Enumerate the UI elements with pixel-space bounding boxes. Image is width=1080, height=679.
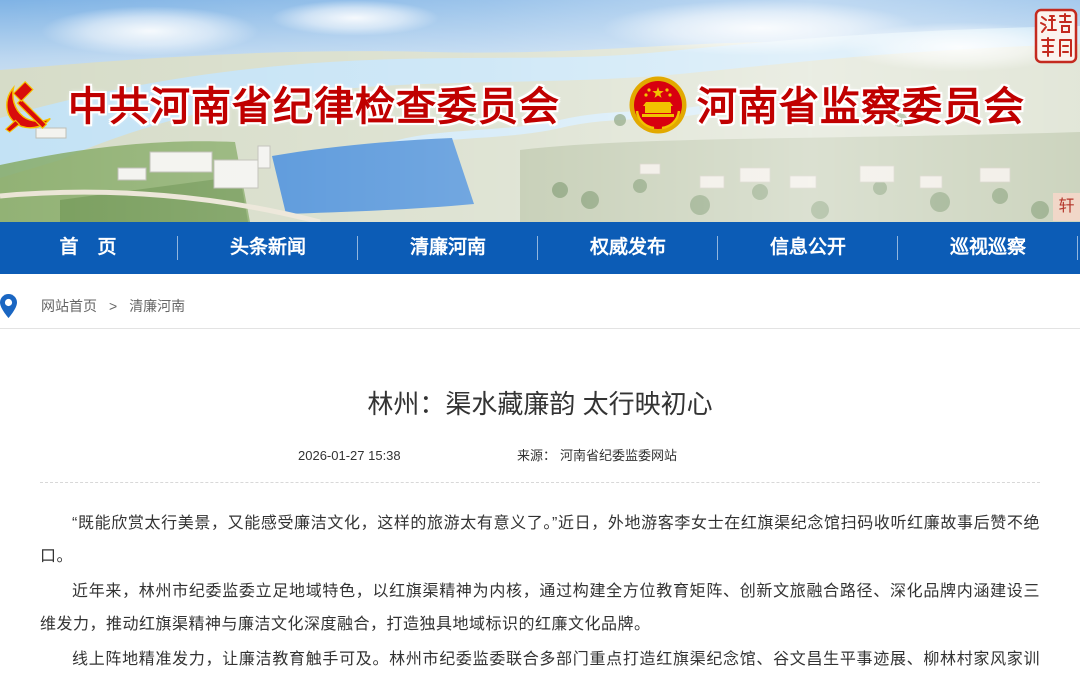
article-paragraph: 近年来，林州市纪委监委立足地域特色，以红旗渠精神为内核，通过构建全方位教育矩阵、…: [40, 583, 1040, 633]
nav-item-official-releases[interactable]: 权威发布: [538, 222, 718, 274]
article-title: 林州：渠水藏廉韵 太行映初心: [367, 389, 713, 419]
nav-item-home[interactable]: 首 页: [0, 222, 178, 274]
nav-item-information-disclosure[interactable]: 信息公开: [718, 222, 898, 274]
main-nav: 首 页 头条新闻 清廉河南 权威发布 信息公开 巡视巡察: [0, 222, 1080, 274]
party-commission-title: 中共河南省纪律检查委员会: [68, 84, 560, 129]
article-meta: 2026-01-27 15:38 来源： 河南省纪委监委网站: [40, 446, 1040, 466]
breadcrumb-home-link[interactable]: 网站首页: [41, 296, 97, 316]
location-pin-icon: [0, 294, 17, 318]
breadcrumb-separator: >: [109, 298, 118, 314]
article-body: “既能欣赏太行美景，又能感受廉洁文化，这样的旅游太有意义了。”近日，外地游客李女…: [40, 507, 1040, 679]
publish-date: 2026-01-27 15:38: [298, 448, 401, 463]
side-tab[interactable]: 轩: [1053, 193, 1080, 221]
supervision-commission-title: 河南省监察委员会: [697, 84, 1025, 129]
source-label: 来源：: [517, 448, 557, 463]
nav-item-inspections[interactable]: 巡视巡察: [898, 222, 1078, 274]
breadcrumb: 网站首页 > 清廉河南: [0, 274, 1080, 329]
national-emblem-icon: [629, 76, 687, 134]
meta-divider: [40, 482, 1040, 483]
source-value: 河南省纪委监委网站: [560, 448, 678, 463]
party-emblem-icon: [4, 80, 51, 133]
article-paragraph: “既能欣赏太行美景，又能感受廉洁文化，这样的旅游太有意义了。”近日，外地游客李女…: [40, 515, 1040, 565]
nav-item-clean-henan[interactable]: 清廉河南: [358, 222, 538, 274]
article: 林州：渠水藏廉韵 太行映初心 2026-01-27 15:38 来源： 河南省纪…: [0, 384, 1080, 679]
main-nav-items: 首 页 头条新闻 清廉河南 权威发布 信息公开 巡视巡察: [0, 222, 1078, 274]
breadcrumb-current-link[interactable]: 清廉河南: [129, 296, 185, 316]
article-paragraph: 线上阵地精准发力，让廉洁教育触手可及。林州市纪委监委联合多部门重点打造红旗渠纪念…: [72, 651, 1040, 668]
site-banner: 中共河南省纪律检查委员会 河南省监察委员会 轩: [0, 0, 1080, 222]
page: 中共河南省纪律检查委员会 河南省监察委员会 轩 首 页 头条新闻 清廉河南 权威…: [0, 0, 1080, 679]
nav-item-headlines[interactable]: 头条新闻: [178, 222, 358, 274]
seal-stamp-icon: [1034, 8, 1078, 64]
